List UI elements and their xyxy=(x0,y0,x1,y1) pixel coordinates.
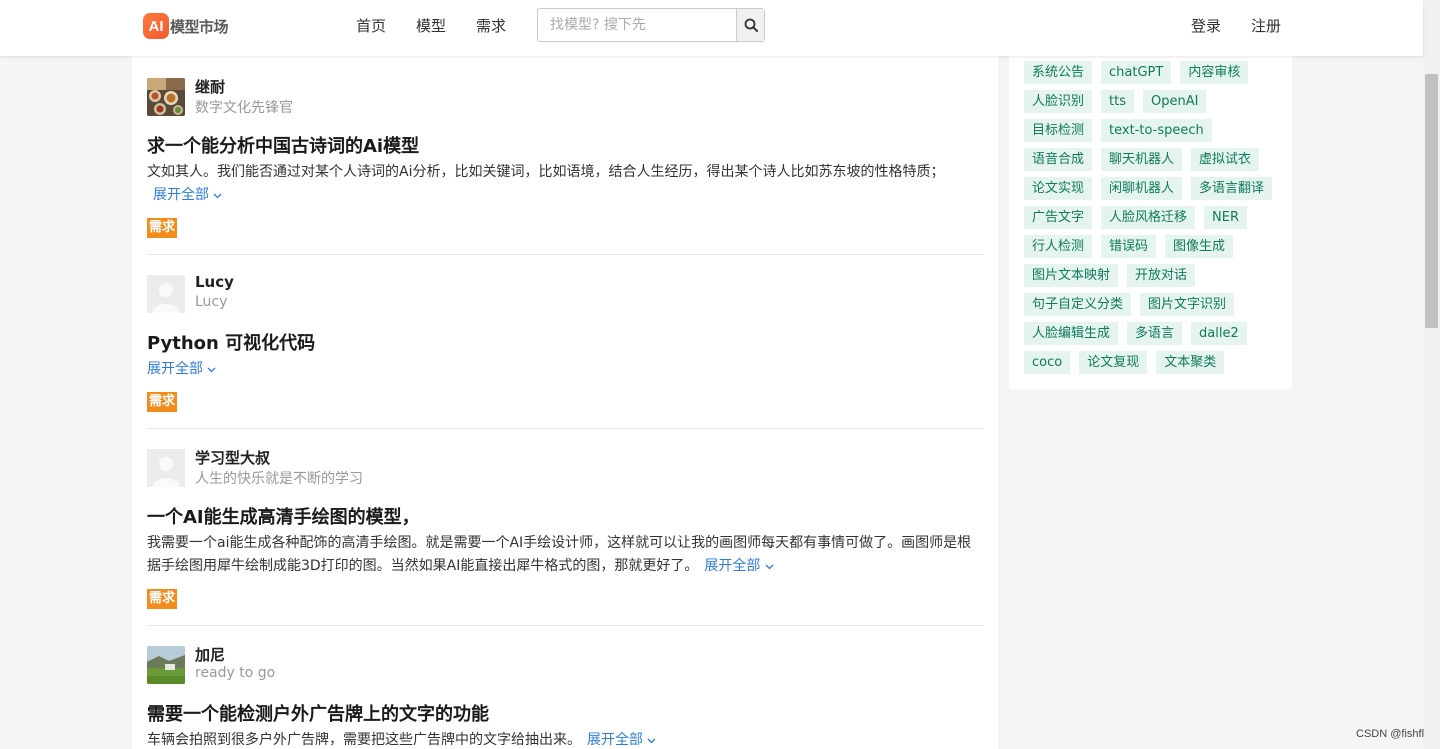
tag-chip[interactable]: 图片文本映射 xyxy=(1024,264,1119,287)
logo-badge: AI xyxy=(143,13,169,39)
default-avatar-icon xyxy=(147,275,185,313)
tag-chip[interactable]: 闲聊机器人 xyxy=(1101,177,1183,200)
user-signature: 数字文化先锋官 xyxy=(195,100,293,116)
chevron-down-icon xyxy=(765,564,774,570)
nav-models[interactable]: 模型 xyxy=(416,0,446,50)
user-signature: 人生的快乐就是不断的学习 xyxy=(195,471,363,487)
tag-list: 系统公告 chatGPT 内容审核人脸识别 tts OpenAI 目标检测 text-to-… xyxy=(1024,61,1284,380)
expand-label[interactable]: 展开全部 xyxy=(153,187,209,203)
avatar[interactable] xyxy=(147,449,185,487)
register-label[interactable]: 注册 xyxy=(1251,15,1281,36)
list-item: Lucy Lucy Python 可视化代码 展开全部 需求 xyxy=(147,255,984,429)
demand-list: 继耐 数字文化先锋官 求一个能分析中国古诗词的Ai模型 文如其人。我们能否通过对… xyxy=(132,56,998,749)
user-name[interactable]: Lucy xyxy=(195,273,234,291)
tag-chip[interactable]: 文本聚类 xyxy=(1156,351,1225,374)
tag-chip[interactable]: 目标检测 xyxy=(1024,119,1093,142)
tag-chip[interactable]: dalle2 xyxy=(1191,322,1247,345)
tag-chip[interactable]: 多语言翻译 xyxy=(1191,177,1273,200)
tag-chip[interactable]: coco xyxy=(1024,351,1071,374)
page-scrollbar[interactable] xyxy=(1423,0,1440,749)
description-text: 文如其人。我们能否通过对某个人诗词的Ai分析，比如关键词，比如语境，结合人生经历… xyxy=(147,164,945,180)
tag-chip[interactable]: 人脸识别 xyxy=(1024,90,1093,113)
post-title[interactable]: 求一个能分析中国古诗词的Ai模型 xyxy=(147,132,419,158)
nav-demands-label[interactable]: 需求 xyxy=(476,15,506,36)
tag-chip[interactable]: 行人检测 xyxy=(1024,235,1093,258)
tag-chip[interactable]: 图像生成 xyxy=(1165,235,1234,258)
expand-link[interactable]: 展开全部 xyxy=(153,187,222,203)
tag-chip[interactable]: NER xyxy=(1204,206,1248,229)
register-link[interactable]: 注册 xyxy=(1251,0,1281,50)
tag-chip[interactable]: 人脸风格迁移 xyxy=(1101,206,1196,229)
login-label[interactable]: 登录 xyxy=(1191,15,1221,36)
tag-chip[interactable]: text-to-speech xyxy=(1101,119,1212,142)
user-signature: Lucy xyxy=(195,294,228,310)
chevron-down-icon xyxy=(647,738,656,744)
tag-chip[interactable]: 错误码 xyxy=(1101,235,1157,258)
user-name[interactable]: 学习型大叔 xyxy=(195,447,270,468)
tag-chip[interactable]: 人脸编辑生成 xyxy=(1024,322,1119,345)
nav-demands[interactable]: 需求 xyxy=(476,0,506,50)
search-input[interactable] xyxy=(538,9,736,41)
avatar[interactable] xyxy=(147,646,185,684)
user-name[interactable]: 继耐 xyxy=(195,76,225,97)
post-title[interactable]: 一个AI能生成高清手绘图的模型， xyxy=(147,503,420,529)
description-text: 我需要一个ai能生成各种配饰的高清手绘图。就是需要一个AI手绘设计师，这样就可以… xyxy=(147,535,972,574)
post-title[interactable]: Python 可视化代码 xyxy=(147,329,315,355)
search-button[interactable] xyxy=(736,9,764,41)
search-icon xyxy=(744,18,758,32)
avatar-food-image xyxy=(147,78,185,116)
chevron-down-icon xyxy=(207,367,216,373)
tag-chip[interactable]: chatGPT xyxy=(1101,61,1172,84)
chevron-down-icon xyxy=(213,193,222,199)
tag-chip[interactable]: 论文复现 xyxy=(1079,351,1148,374)
post-description: 我需要一个ai能生成各种配饰的高清手绘图。就是需要一个AI手绘设计师，这样就可以… xyxy=(147,532,977,578)
expand-link[interactable]: 展开全部 xyxy=(587,732,656,748)
avatar[interactable] xyxy=(147,275,185,313)
expand-label[interactable]: 展开全部 xyxy=(147,361,203,377)
tag-chip[interactable]: 系统公告 xyxy=(1024,61,1093,84)
tag-chip[interactable]: 语音合成 xyxy=(1024,148,1093,171)
post-description: 文如其人。我们能否通过对某个人诗词的Ai分析，比如关键词，比如语境，结合人生经历… xyxy=(147,161,977,207)
user-name[interactable]: 加尼 xyxy=(195,644,225,665)
nav-home[interactable]: 首页 xyxy=(356,0,386,50)
avatar[interactable] xyxy=(147,78,185,116)
tag-chip[interactable]: 图片文字识别 xyxy=(1140,293,1235,316)
tag-cloud-panel: 系统公告 chatGPT 内容审核人脸识别 tts OpenAI 目标检测 text-to-… xyxy=(1009,56,1292,389)
list-item: 学习型大叔 人生的快乐就是不断的学习 一个AI能生成高清手绘图的模型， 我需要一… xyxy=(147,429,984,626)
demand-badge: 需求 xyxy=(147,218,178,238)
expand-link[interactable]: 展开全部 xyxy=(147,358,216,378)
avatar-landscape-image xyxy=(147,646,185,684)
tag-chip[interactable]: 多语言 xyxy=(1127,322,1183,345)
tag-chip[interactable]: 内容审核 xyxy=(1180,61,1249,84)
site-logo[interactable]: AI 模型市场 xyxy=(143,13,229,39)
login-link[interactable]: 登录 xyxy=(1191,0,1221,50)
tag-chip[interactable]: 开放对话 xyxy=(1127,264,1196,287)
nav-models-label[interactable]: 模型 xyxy=(416,15,446,36)
description-text: 车辆会拍照到很多户外广告牌，需要把这些广告牌中的文字给抽出来。 xyxy=(147,732,581,748)
logo-text: 模型市场 xyxy=(170,17,229,36)
expand-label[interactable]: 展开全部 xyxy=(704,558,760,574)
tag-chip[interactable]: 论文实现 xyxy=(1024,177,1093,200)
post-title[interactable]: 需要一个能检测户外广告牌上的文字的功能 xyxy=(147,700,489,726)
tag-chip[interactable]: 虚拟试衣 xyxy=(1191,148,1260,171)
tag-chip[interactable]: tts xyxy=(1101,90,1134,113)
user-signature: ready to go xyxy=(195,665,276,681)
nav-home-label[interactable]: 首页 xyxy=(356,15,386,36)
tag-chip[interactable]: 广告文字 xyxy=(1024,206,1093,229)
tag-chip[interactable]: 句子自定义分类 xyxy=(1024,293,1132,316)
scrollbar-thumb[interactable] xyxy=(1425,74,1438,328)
demand-badge: 需求 xyxy=(147,589,178,609)
top-navbar: AI 模型市场 首页 模型 需求 登录 注册 xyxy=(0,0,1423,56)
list-item: 加尼 ready to go 需要一个能检测户外广告牌上的文字的功能 车辆会拍照… xyxy=(147,626,984,749)
list-item: 继耐 数字文化先锋官 求一个能分析中国古诗词的Ai模型 文如其人。我们能否通过对… xyxy=(147,56,984,255)
default-avatar-icon xyxy=(147,449,185,487)
post-description: 车辆会拍照到很多户外广告牌，需要把这些广告牌中的文字给抽出来。 展开全部 xyxy=(147,729,977,749)
search-box xyxy=(537,8,765,42)
tag-chip[interactable]: OpenAI xyxy=(1142,90,1207,113)
watermark: CSDN @fishfl xyxy=(1356,728,1425,740)
demand-badge: 需求 xyxy=(147,392,178,412)
tag-chip[interactable]: 聊天机器人 xyxy=(1101,148,1183,171)
expand-label[interactable]: 展开全部 xyxy=(587,732,643,748)
expand-link[interactable]: 展开全部 xyxy=(704,558,774,574)
